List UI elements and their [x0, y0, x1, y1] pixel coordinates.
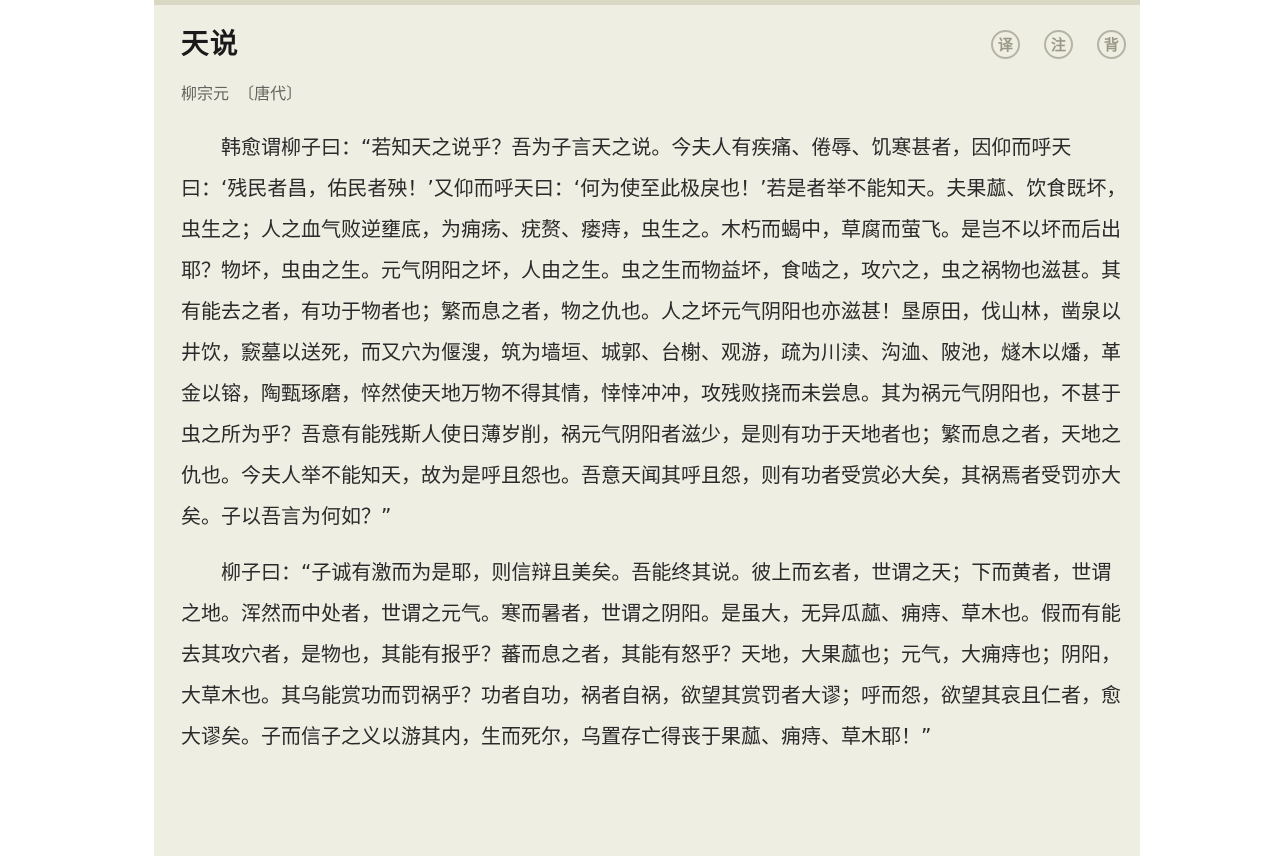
- recite-button[interactable]: 背: [1097, 30, 1126, 59]
- poem-title[interactable]: 天说: [181, 24, 239, 64]
- poem-content: 韩愈谓柳子曰：“若知天之说乎？吾为子言天之说。今夫人有疾痛、倦辱、饥寒甚者，因仰…: [181, 127, 1127, 757]
- top-divider: [154, 0, 1140, 5]
- paragraph-2: 柳子曰：“子诚有激而为是耶，则信辩且美矣。吾能终其说。彼上而玄者，世谓之天；下而…: [181, 560, 1121, 748]
- poem-card: 天说 柳宗元 〔唐代〕 译 注 背 韩愈谓柳子曰：“若知天之说乎？吾为子言天之说…: [154, 0, 1140, 856]
- annotate-button[interactable]: 注: [1044, 30, 1073, 59]
- translate-button[interactable]: 译: [991, 30, 1020, 59]
- poem-toolbar: 译 注 背: [991, 30, 1126, 59]
- author-line: 柳宗元 〔唐代〕: [181, 82, 302, 106]
- dynasty[interactable]: 〔唐代〕: [238, 84, 302, 103]
- paragraph-1: 韩愈谓柳子曰：“若知天之说乎？吾为子言天之说。今夫人有疾痛、倦辱、饥寒甚者，因仰…: [181, 135, 1127, 528]
- author-name[interactable]: 柳宗元: [181, 84, 229, 103]
